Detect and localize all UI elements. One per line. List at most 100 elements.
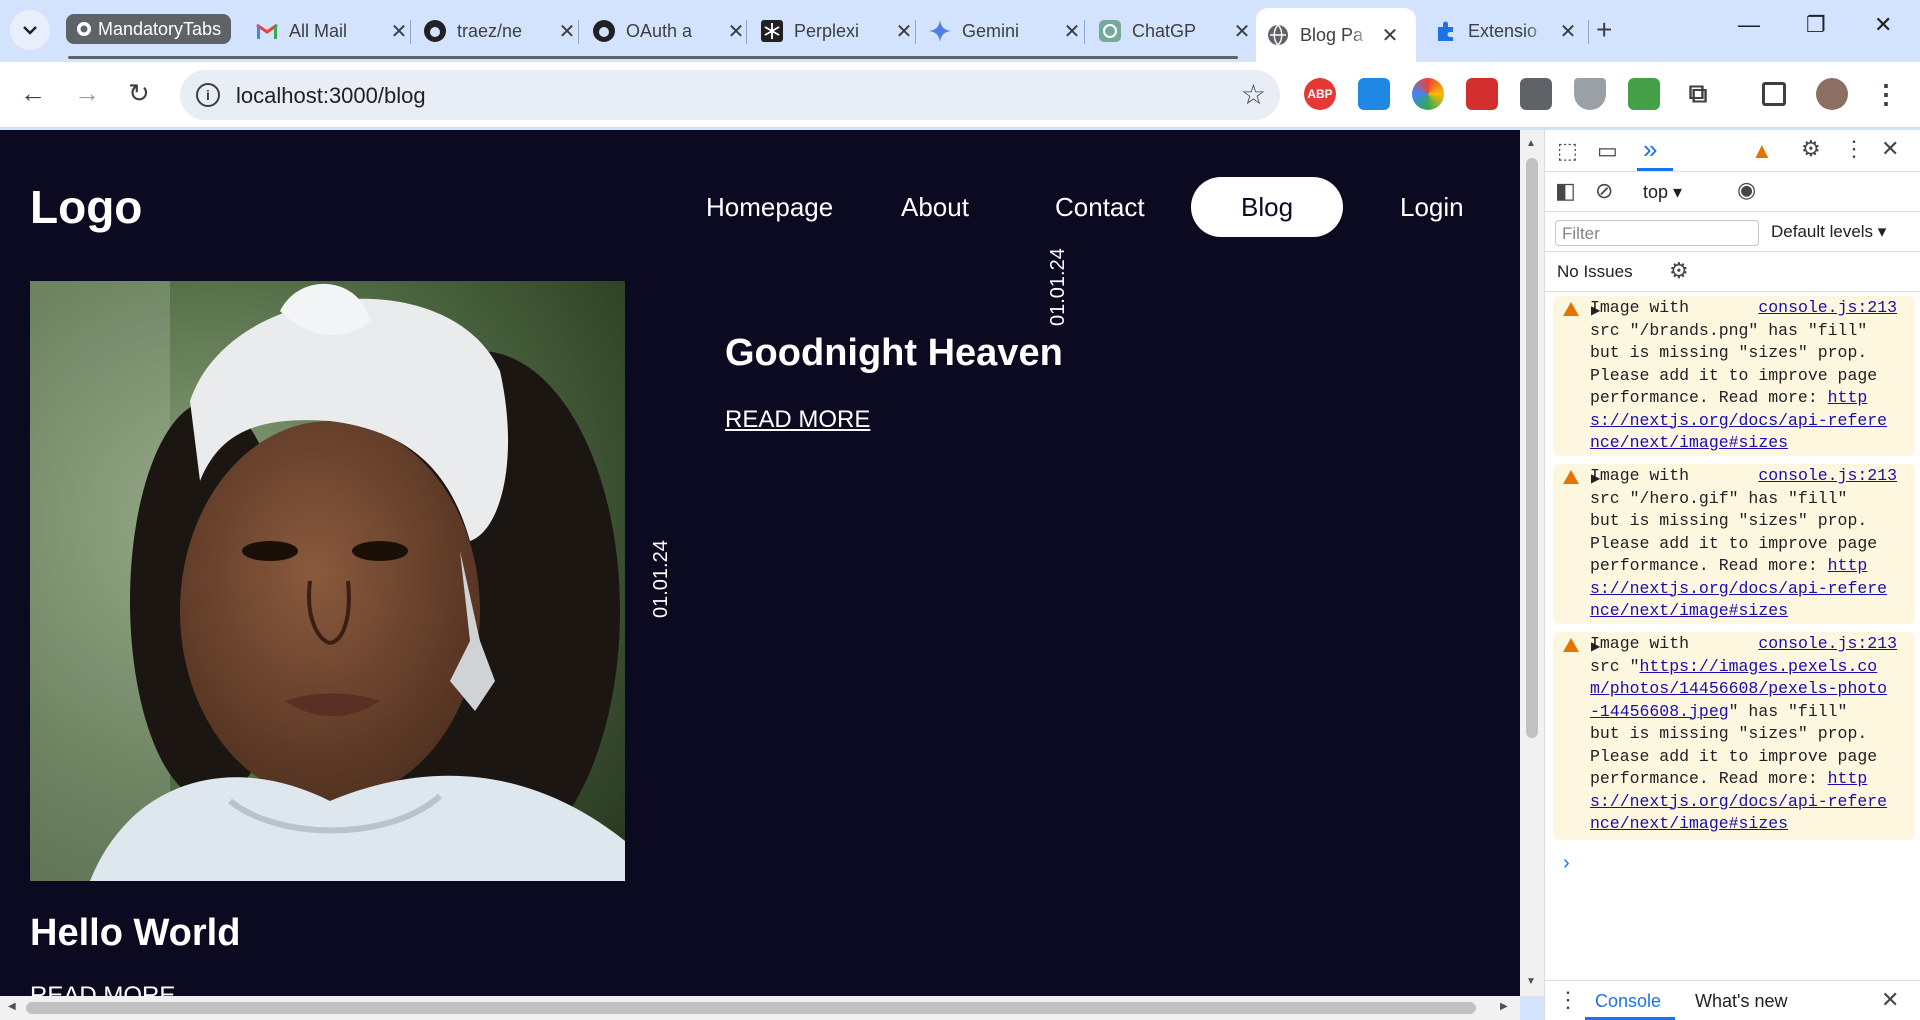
devtools-drawer-bar: ⋮ Console What's new ✕: [1545, 980, 1920, 1020]
close-drawer-icon[interactable]: ✕: [1881, 987, 1899, 1013]
filter-input[interactable]: Filter: [1555, 220, 1759, 246]
more-tabs-icon[interactable]: »: [1643, 134, 1657, 165]
read-more-link[interactable]: READ MORE: [725, 406, 870, 434]
nav-login[interactable]: Login: [1400, 177, 1464, 237]
close-icon[interactable]: ✕: [894, 19, 914, 44]
forward-button[interactable]: →: [74, 78, 100, 109]
console-warning-message[interactable]: ▶ console.js:213 Image with src "/hero.g…: [1553, 464, 1915, 624]
close-icon[interactable]: ✕: [1062, 19, 1082, 44]
browser-toolbar: ← → ↻ i localhost:3000/blog ☆ ABP ⧉ ⋮: [0, 62, 1920, 128]
issues-count[interactable]: No Issues: [1557, 262, 1633, 282]
tab-group-underline: [68, 56, 1238, 59]
tab-gemini[interactable]: Gemini ✕: [918, 10, 1092, 52]
new-tab-button[interactable]: +: [1596, 14, 1612, 46]
bug-extension-icon[interactable]: [1466, 78, 1498, 110]
tab-title: Extensio: [1468, 20, 1538, 41]
address-bar[interactable]: i localhost:3000/blog ☆: [180, 70, 1280, 120]
restore-button[interactable]: ❐: [1806, 12, 1826, 38]
chatgpt-icon: [1098, 19, 1122, 43]
active-tab-indicator: [1637, 168, 1673, 171]
github-icon: [423, 19, 447, 43]
console-warning-message[interactable]: ▶ console.js:213 Image with src "https:/…: [1553, 632, 1915, 840]
perplexity-icon: [760, 19, 784, 43]
tab-title: OAuth a: [626, 20, 693, 41]
scrollbar-thumb[interactable]: [1526, 158, 1538, 738]
shield-extension-icon[interactable]: [1574, 78, 1606, 110]
close-icon[interactable]: ✕: [1232, 19, 1252, 44]
tab-extensions[interactable]: Extensio ✕: [1424, 10, 1588, 52]
page-horizontal-scrollbar[interactable]: ◀ ▶: [0, 996, 1520, 1020]
post-title[interactable]: Hello World: [30, 912, 240, 955]
tab-search-button[interactable]: [10, 10, 50, 50]
tab-group-chip[interactable]: MandatoryTabs: [66, 14, 232, 44]
scroll-down-arrow-icon[interactable]: ▼: [1526, 976, 1536, 987]
console-prompt-chevron-icon[interactable]: ›: [1563, 852, 1570, 875]
sidebar-toggle-icon[interactable]: ◧: [1555, 178, 1576, 204]
close-icon[interactable]: ✕: [1380, 23, 1400, 48]
close-icon[interactable]: ✕: [1558, 19, 1578, 44]
close-icon[interactable]: ✕: [557, 19, 577, 44]
extensions-puzzle-icon[interactable]: ⧉: [1682, 78, 1714, 110]
back-button[interactable]: ←: [20, 78, 46, 109]
post-date: 01.01.24: [650, 540, 672, 618]
close-devtools-icon[interactable]: ✕: [1881, 136, 1899, 162]
page-vertical-scrollbar[interactable]: ▲ ▼: [1520, 130, 1544, 996]
device-toolbar-icon[interactable]: ▭: [1597, 138, 1618, 164]
tab-perplexity[interactable]: Perplexi ✕: [750, 10, 924, 52]
nav-blog[interactable]: Blog: [1191, 177, 1344, 237]
close-window-button[interactable]: ✕: [1874, 12, 1892, 38]
post-image-hello-world[interactable]: [30, 281, 625, 881]
read-more-link[interactable]: READ MORE: [30, 982, 175, 996]
warning-icon[interactable]: ▲: [1751, 138, 1773, 164]
tab-chatgpt[interactable]: ChatGP ✕: [1088, 10, 1262, 52]
context-select[interactable]: top ▾: [1643, 182, 1682, 203]
more-options-icon[interactable]: ⋮: [1843, 136, 1865, 162]
close-icon[interactable]: ✕: [389, 19, 409, 44]
red-circle-extension-icon[interactable]: [1628, 78, 1660, 110]
console-warning-message[interactable]: ▶ console.js:213 Image with src "/brands…: [1553, 296, 1915, 456]
site-info-icon[interactable]: i: [196, 83, 220, 107]
log-levels-value: Default levels: [1771, 222, 1874, 241]
warning-triangle-icon: [1563, 470, 1579, 484]
log-levels-select[interactable]: Default levels ▾: [1771, 222, 1886, 242]
inspect-element-icon[interactable]: ⬚: [1557, 138, 1578, 164]
scrollbar-thumb[interactable]: [26, 1002, 1476, 1014]
filter-row: Filter Default levels ▾: [1545, 212, 1920, 252]
tab-blog-active[interactable]: Blog Pa ✕: [1256, 8, 1416, 62]
drawer-menu-icon[interactable]: ⋮: [1557, 987, 1579, 1013]
screen-capture-extension-icon[interactable]: [1358, 78, 1390, 110]
tab-gmail[interactable]: All Mail ✕: [245, 10, 419, 52]
reload-button[interactable]: ↻: [128, 78, 150, 109]
profile-avatar[interactable]: [1816, 78, 1848, 110]
clear-console-icon[interactable]: ⊘: [1595, 178, 1613, 204]
side-panel-icon[interactable]: [1762, 82, 1786, 106]
bookmark-star-icon[interactable]: ☆: [1241, 78, 1266, 111]
site-logo[interactable]: Logo: [30, 180, 142, 234]
minimize-button[interactable]: —: [1738, 12, 1760, 38]
post-title[interactable]: Goodnight Heaven: [725, 332, 1063, 375]
live-expression-eye-icon[interactable]: ◉: [1737, 177, 1756, 203]
nav-contact[interactable]: Contact: [1055, 177, 1145, 237]
pen-extension-icon[interactable]: [1520, 78, 1552, 110]
tab-separator: [1588, 20, 1589, 44]
drawer-tab-console[interactable]: Console: [1595, 991, 1661, 1012]
more-menu-icon[interactable]: ⋮: [1870, 78, 1902, 110]
message-body: Image with src "/brands.png" has "fill" …: [1590, 297, 1890, 455]
scroll-up-arrow-icon[interactable]: ▲: [1526, 138, 1536, 149]
color-picker-extension-icon[interactable]: [1412, 78, 1444, 110]
url-text[interactable]: localhost:3000/blog: [236, 83, 426, 109]
message-prefix: Image with: [1590, 466, 1690, 485]
tab-github-1[interactable]: traez/ne ✕: [413, 10, 587, 52]
adblock-plus-icon[interactable]: ABP: [1304, 78, 1336, 110]
nav-about[interactable]: About: [901, 177, 969, 237]
scroll-right-arrow-icon[interactable]: ▶: [1500, 1001, 1508, 1012]
nav-homepage[interactable]: Homepage: [706, 177, 833, 237]
issues-settings-gear-icon[interactable]: ⚙: [1669, 258, 1689, 284]
scroll-left-arrow-icon[interactable]: ◀: [8, 1001, 16, 1012]
tab-github-2[interactable]: OAuth a ✕: [582, 10, 756, 52]
settings-gear-icon[interactable]: ⚙: [1801, 136, 1821, 162]
warning-triangle-icon: [1563, 638, 1579, 652]
tab-strip: MandatoryTabs All Mail ✕ traez/ne ✕ OAut…: [0, 0, 1920, 62]
drawer-tab-whats-new[interactable]: What's new: [1695, 991, 1787, 1012]
close-icon[interactable]: ✕: [726, 19, 746, 44]
